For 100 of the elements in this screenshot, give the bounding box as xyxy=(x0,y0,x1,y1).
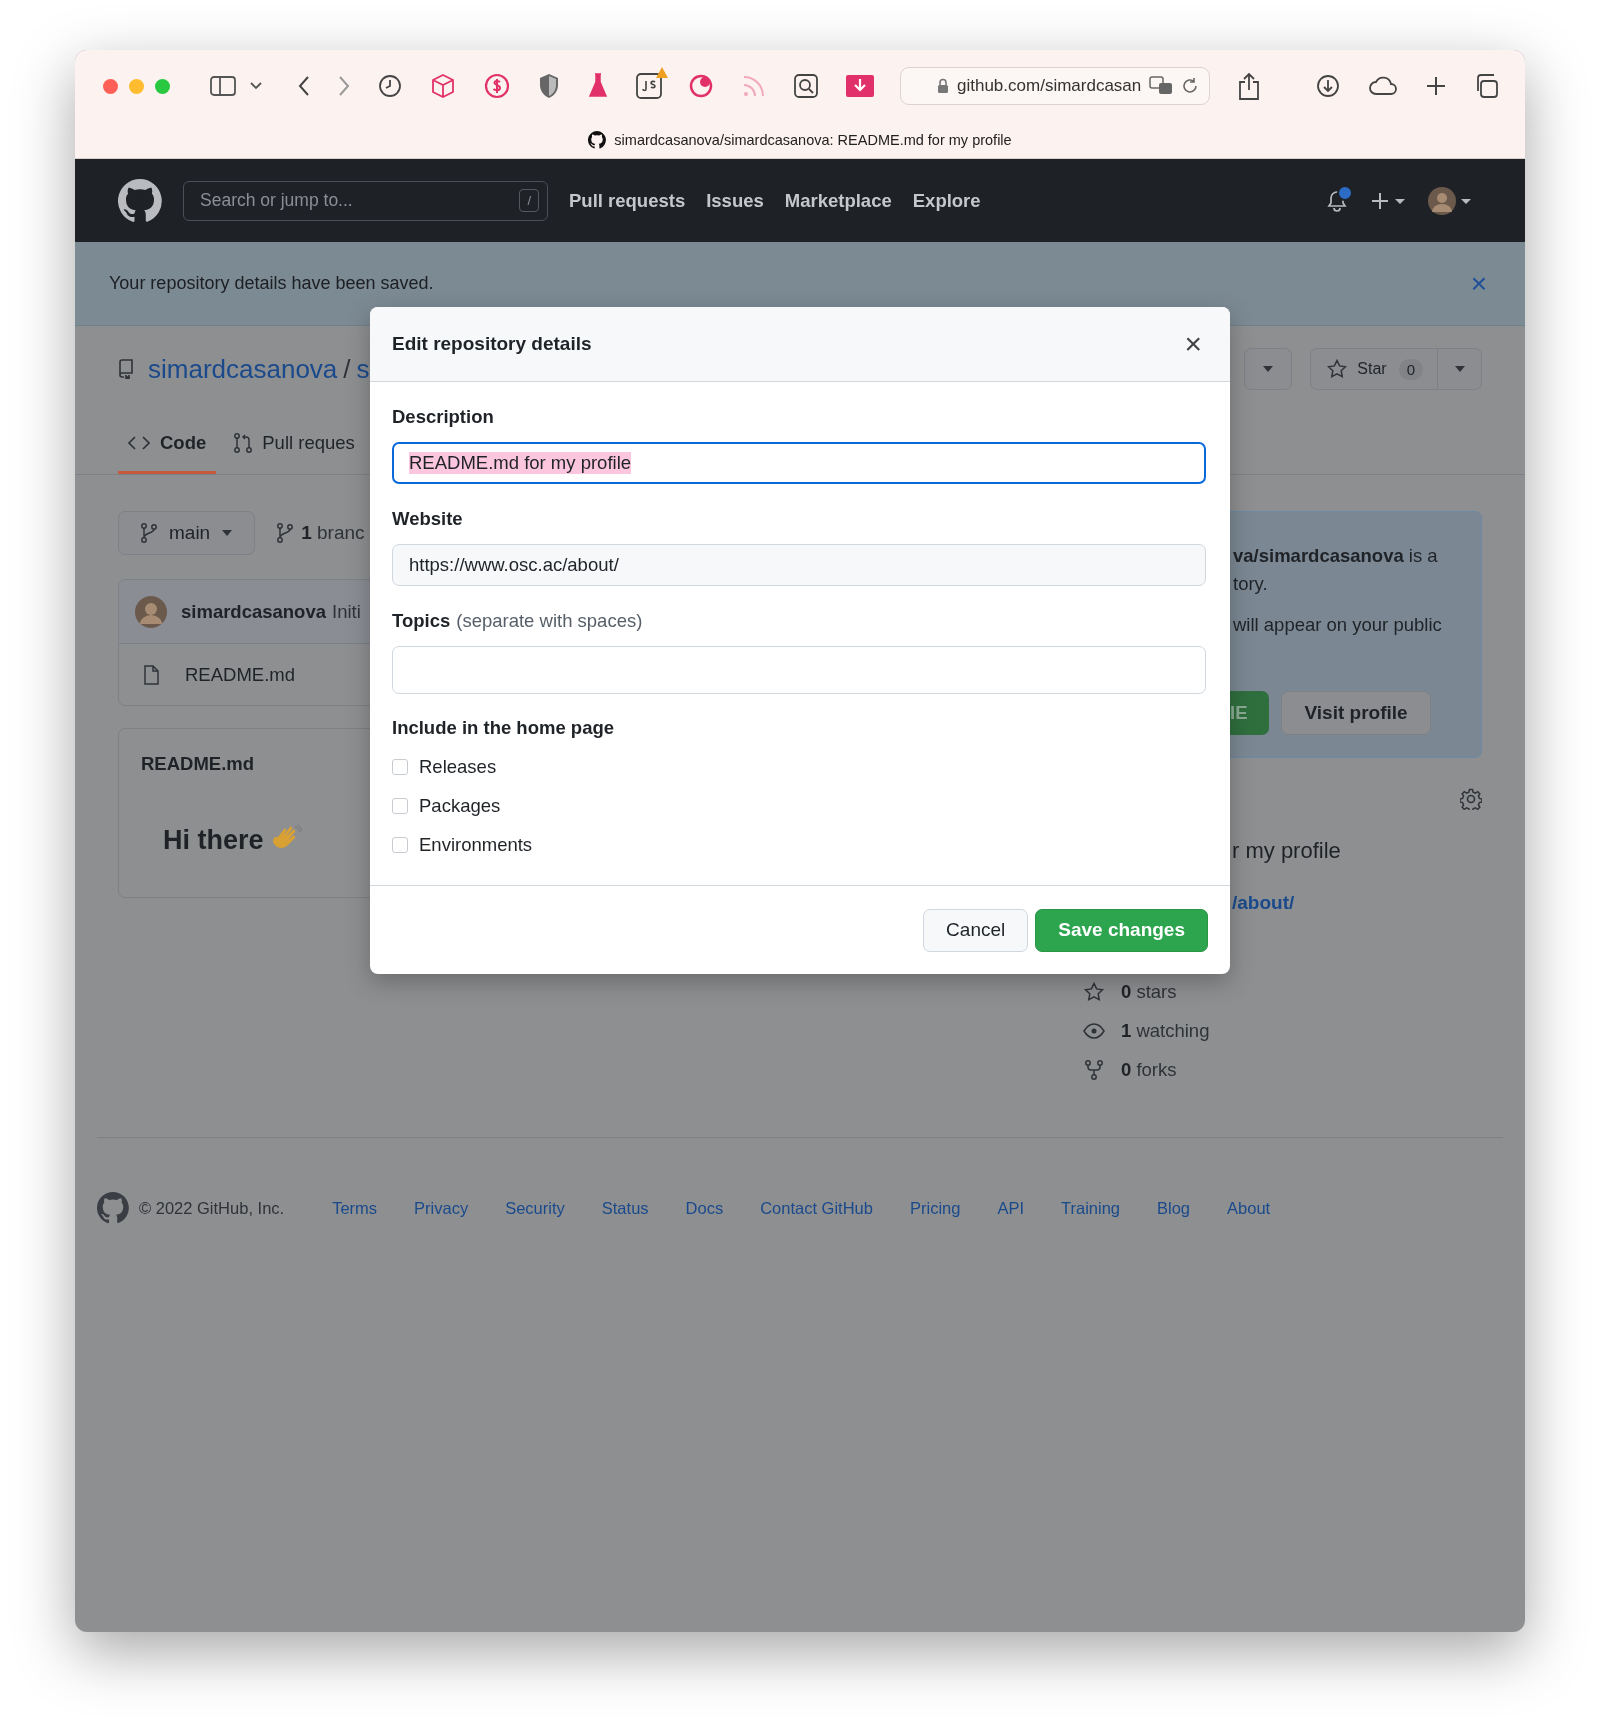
footer-link[interactable]: Docs xyxy=(685,1198,724,1218)
swirl-icon[interactable] xyxy=(688,73,714,99)
caret-icon xyxy=(1263,366,1274,372)
footer-link[interactable]: Privacy xyxy=(414,1198,469,1218)
input-field[interactable]: README.md for my profile xyxy=(392,442,1206,484)
repo-tab[interactable]: Code xyxy=(118,414,217,474)
clock-icon[interactable] xyxy=(378,74,402,98)
readme-heading: Hi there xyxy=(163,824,264,856)
caret-icon xyxy=(1454,366,1465,372)
commit-message[interactable]: Initi xyxy=(332,600,361,623)
close-button[interactable]: × xyxy=(1178,329,1208,359)
file-link[interactable]: README.md xyxy=(185,663,295,686)
forward-icon[interactable] xyxy=(338,76,350,96)
share-icon[interactable] xyxy=(1238,72,1261,100)
star-count: 0 xyxy=(1398,358,1423,380)
nav-link[interactable]: Marketplace xyxy=(784,189,892,212)
copyright-text: © 2022 GitHub, Inc. xyxy=(139,1198,285,1218)
settings-icon[interactable] xyxy=(1460,788,1482,810)
branch-icon xyxy=(277,523,294,543)
cloud-icon[interactable] xyxy=(1368,76,1399,96)
footer-link[interactable]: API xyxy=(997,1198,1024,1218)
shield-icon[interactable] xyxy=(538,73,560,99)
notice-text: tory. xyxy=(1233,572,1269,596)
repo-name-link[interactable]: s xyxy=(356,353,370,385)
checkbox-label: Packages xyxy=(419,794,501,817)
field-label: Website xyxy=(392,508,463,530)
branch-icon xyxy=(141,523,157,543)
footer-link[interactable]: Security xyxy=(505,1198,565,1218)
nav-link[interactable]: Pull requests xyxy=(569,189,686,212)
commit-author[interactable]: simardcasanova xyxy=(181,600,326,623)
search-icon[interactable] xyxy=(794,74,818,98)
lock-icon xyxy=(937,78,949,94)
footer-link[interactable]: Contact GitHub xyxy=(760,1198,873,1218)
footer-link[interactable]: About xyxy=(1227,1198,1271,1218)
repo-stat-link[interactable]: 0 stars xyxy=(1083,979,1482,1004)
nav-link[interactable]: Issues xyxy=(706,189,764,212)
download-icon[interactable] xyxy=(1316,74,1341,98)
repo-owner-link[interactable]: simardcasanova xyxy=(148,353,338,385)
sidebar-icon[interactable] xyxy=(210,76,236,96)
film-download-icon[interactable] xyxy=(846,75,874,97)
visit-profile-button[interactable]: Visit profile xyxy=(1281,691,1431,735)
repo-icon xyxy=(118,359,134,379)
close-window-button[interactable] xyxy=(103,78,118,94)
field-label: Description xyxy=(392,406,494,428)
repo-stat-link[interactable]: 0 forks xyxy=(1083,1057,1482,1082)
footer-link[interactable]: Pricing xyxy=(909,1198,961,1218)
footer-link[interactable]: Blog xyxy=(1157,1198,1191,1218)
code-icon xyxy=(128,434,150,451)
octocat-icon xyxy=(588,131,607,149)
nav-link[interactable]: Explore xyxy=(912,189,981,212)
star-button[interactable]: Star xyxy=(1311,349,1399,389)
path-separator: / xyxy=(343,353,351,385)
checkbox-label: Releases xyxy=(419,755,497,778)
pull-request-icon xyxy=(234,432,253,453)
reload-icon[interactable] xyxy=(1181,77,1200,95)
translate-icon[interactable] xyxy=(1149,76,1174,96)
avatar-dropdown-icon[interactable] xyxy=(1427,185,1473,216)
plus-dropdown-icon[interactable] xyxy=(1371,190,1407,211)
back-icon[interactable] xyxy=(298,76,310,96)
input-field[interactable]: https://www.osc.ac/about/ xyxy=(392,544,1206,586)
footer-link[interactable]: Terms xyxy=(332,1198,378,1218)
branch-selector[interactable]: main xyxy=(118,511,256,555)
footer-link[interactable]: Training xyxy=(1061,1198,1120,1218)
star-icon xyxy=(1327,359,1348,379)
footer-link[interactable]: Status xyxy=(601,1198,649,1218)
repo-stat-link[interactable]: 1 watching xyxy=(1083,1018,1482,1043)
shortcut-key: / xyxy=(519,189,539,212)
octocat-logo-icon[interactable] xyxy=(118,178,162,223)
section-label: Include in the home page xyxy=(392,716,616,740)
repo-tab[interactable]: Pull reques xyxy=(224,414,365,474)
search-field[interactable]: Search or jump to... / xyxy=(183,180,548,221)
readme-title: README.md xyxy=(141,753,255,774)
save-button[interactable]: Save changes xyxy=(1035,908,1208,952)
fork-icon xyxy=(1083,1059,1105,1080)
warning-icon xyxy=(656,67,668,78)
dollar-circle-icon[interactable] xyxy=(484,73,510,99)
repo-description: r my profile xyxy=(1232,838,1342,864)
flask-icon[interactable] xyxy=(588,73,608,99)
field-hint: (separate with spaces) xyxy=(456,610,643,632)
caret-icon xyxy=(222,530,233,536)
file-icon xyxy=(143,664,159,685)
avatar-icon xyxy=(135,595,167,628)
cube-icon[interactable] xyxy=(430,73,456,99)
website-link[interactable]: /about/ xyxy=(1232,892,1482,914)
cancel-button[interactable]: Cancel xyxy=(923,908,1029,952)
branches-link[interactable]: 1 branc xyxy=(277,522,365,544)
page-title: simardcasanova/simardcasanova: README.md for my profile xyxy=(614,132,1012,148)
checkbox[interactable] xyxy=(392,758,408,775)
checkbox-label: Environments xyxy=(419,833,533,856)
bell-icon[interactable] xyxy=(1327,189,1347,212)
chevron-down-icon[interactable] xyxy=(250,82,262,90)
input-field[interactable] xyxy=(392,646,1206,694)
tabs-overview-icon[interactable] xyxy=(1474,74,1499,98)
address-bar[interactable]: github.com/simardcasan xyxy=(900,67,1211,105)
notice-text: will appear on your public xyxy=(1233,613,1443,637)
js-icon[interactable] xyxy=(636,73,662,99)
flash-message: Your repository details have been saved. xyxy=(109,273,435,294)
checkbox[interactable] xyxy=(392,797,408,814)
new-tab-icon[interactable] xyxy=(1426,76,1447,96)
checkbox[interactable] xyxy=(392,836,408,853)
